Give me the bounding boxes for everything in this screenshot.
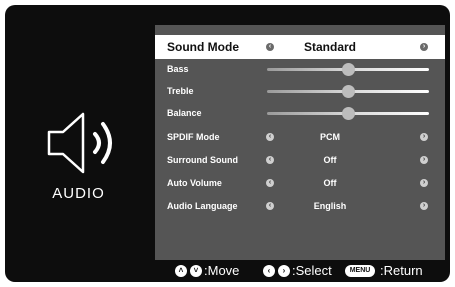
category-pane: AUDIO bbox=[5, 5, 152, 282]
key-hint-bar: ˄ ˅ :Move ‹ › :Select MENU :Return bbox=[152, 260, 450, 282]
select-hint: :Select bbox=[292, 263, 332, 278]
menu-row-treble[interactable]: Treble bbox=[155, 80, 445, 102]
menu-row-label: Surround Sound bbox=[167, 155, 238, 165]
menu-row-label: Balance bbox=[167, 108, 202, 118]
menu-row-spdif-mode[interactable]: SPDIF Mode ‹ PCM › bbox=[155, 126, 445, 148]
down-button-icon: ˅ bbox=[190, 265, 202, 277]
menu-row-bass[interactable]: Bass bbox=[155, 58, 445, 80]
menu-row-sound-mode[interactable]: Sound Mode ‹ Standard › bbox=[155, 35, 445, 59]
slider-knob[interactable] bbox=[342, 107, 355, 120]
left-button-icon: ‹ bbox=[263, 265, 275, 277]
menu-row-value: Off bbox=[323, 155, 337, 165]
treble-slider[interactable] bbox=[267, 85, 429, 98]
arrow-right-icon[interactable]: › bbox=[420, 156, 428, 164]
menu-row-value: English bbox=[313, 201, 347, 211]
menu-row-audio-language[interactable]: Audio Language ‹ English › bbox=[155, 195, 445, 217]
bass-slider[interactable] bbox=[267, 63, 429, 76]
audio-settings-panel: Sound Mode ‹ Standard › Bass Treble Bala… bbox=[155, 25, 445, 260]
menu-row-value: Standard bbox=[303, 40, 356, 54]
menu-row-label: Sound Mode bbox=[167, 40, 239, 54]
balance-slider[interactable] bbox=[267, 107, 429, 120]
menu-row-value: PCM bbox=[320, 132, 340, 142]
return-hint: :Return bbox=[380, 263, 423, 278]
right-button-icon: › bbox=[278, 265, 290, 277]
arrow-left-icon[interactable]: ‹ bbox=[266, 133, 274, 141]
arrow-left-icon[interactable]: ‹ bbox=[266, 156, 274, 164]
arrow-right-icon[interactable]: › bbox=[420, 43, 428, 51]
arrow-left-icon[interactable]: ‹ bbox=[266, 202, 274, 210]
up-button-icon: ˄ bbox=[175, 265, 187, 277]
arrow-left-icon[interactable]: ‹ bbox=[266, 179, 274, 187]
menu-row-label: SPDIF Mode bbox=[167, 132, 220, 142]
menu-row-surround-sound[interactable]: Surround Sound ‹ Off › bbox=[155, 149, 445, 171]
menu-row-label: Audio Language bbox=[167, 201, 238, 211]
slider-knob[interactable] bbox=[342, 85, 355, 98]
move-hint: :Move bbox=[204, 263, 240, 278]
speaker-sound-icon bbox=[47, 112, 112, 174]
arrow-right-icon[interactable]: › bbox=[420, 179, 428, 187]
menu-button-icon: MENU bbox=[345, 265, 375, 277]
arrow-right-icon[interactable]: › bbox=[420, 133, 428, 141]
menu-row-label: Auto Volume bbox=[167, 178, 222, 188]
category-label: AUDIO bbox=[52, 185, 105, 202]
menu-row-balance[interactable]: Balance bbox=[155, 102, 445, 124]
menu-row-auto-volume[interactable]: Auto Volume ‹ Off › bbox=[155, 172, 445, 194]
arrow-right-icon[interactable]: › bbox=[420, 202, 428, 210]
slider-knob[interactable] bbox=[342, 63, 355, 76]
arrow-left-icon[interactable]: ‹ bbox=[266, 43, 274, 51]
menu-row-value: Off bbox=[323, 178, 337, 188]
tv-screen: AUDIO Sound Mode ‹ Standard › Bass Trebl… bbox=[0, 0, 455, 287]
menu-row-label: Bass bbox=[167, 64, 189, 74]
menu-row-label: Treble bbox=[167, 86, 194, 96]
